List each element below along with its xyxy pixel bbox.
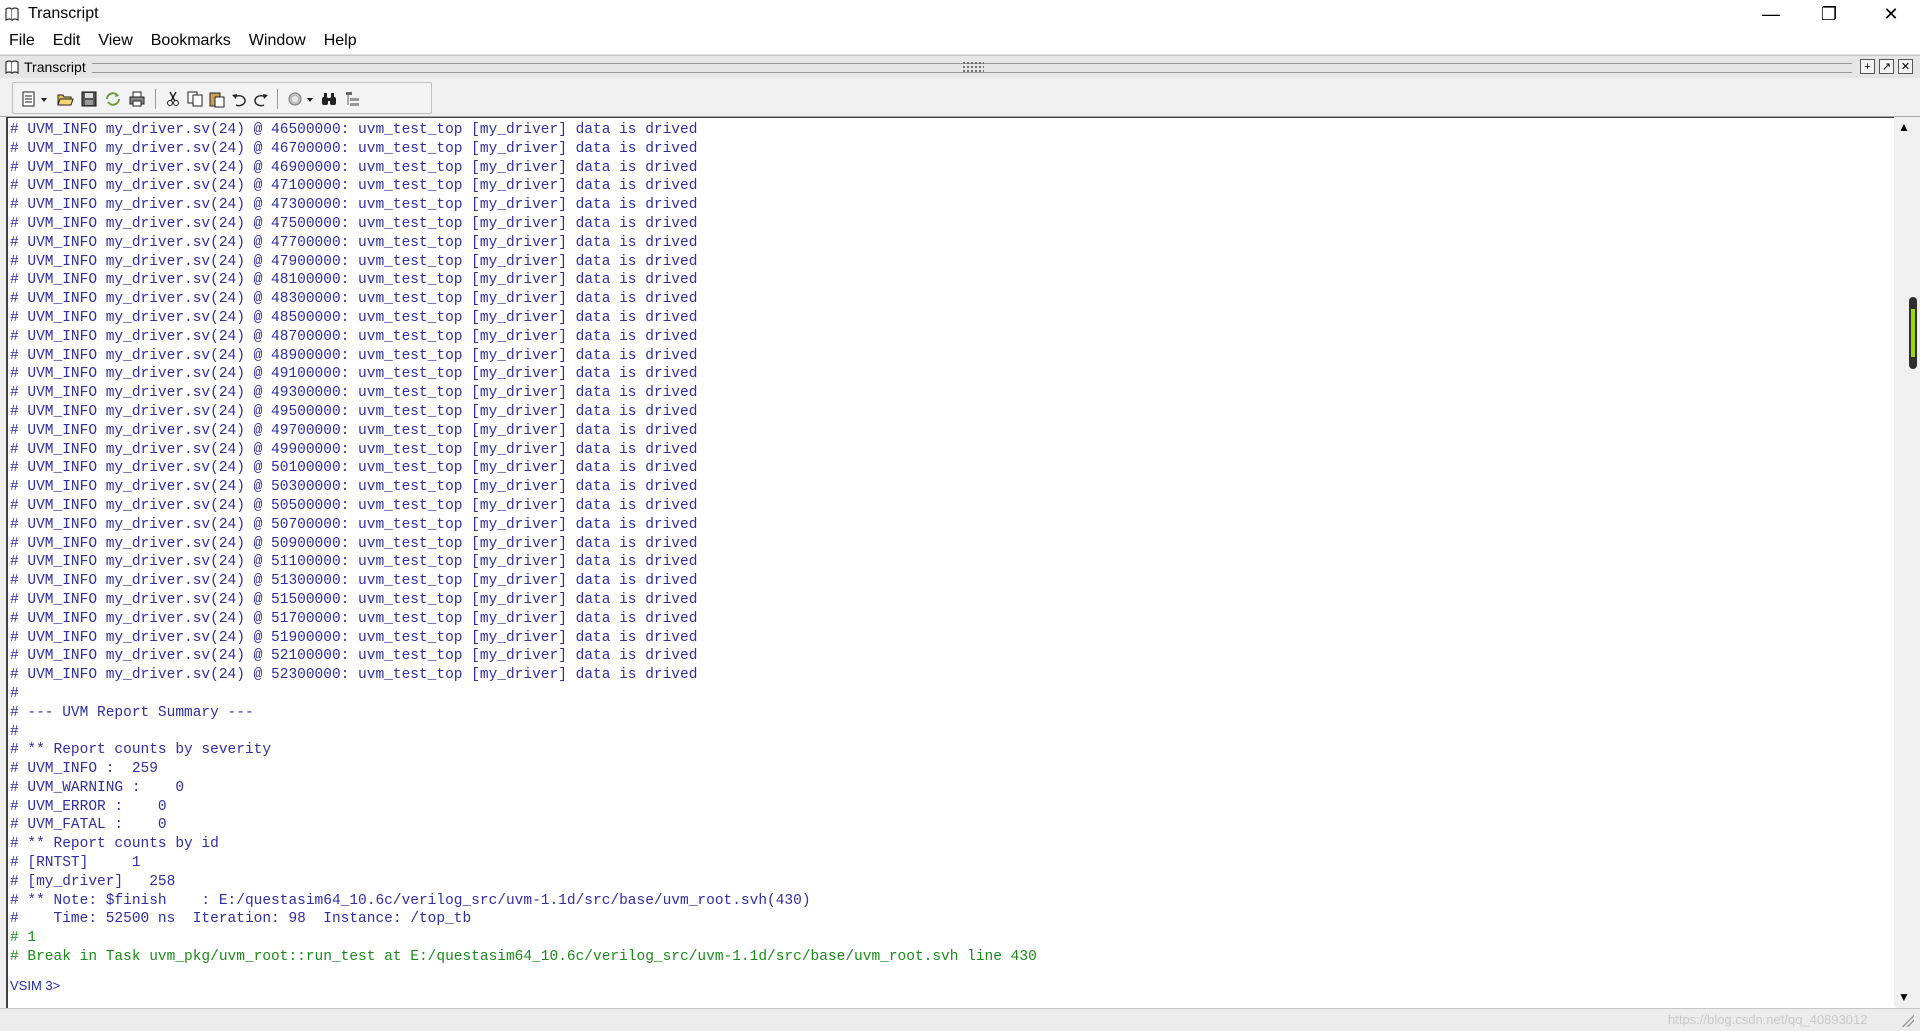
transcript-line: # — [10, 723, 19, 740]
transcript-line: # — [10, 685, 19, 702]
vsim-prompt[interactable]: VSIM 3> — [10, 977, 1037, 996]
new-icon[interactable] — [19, 89, 39, 109]
transcript-line: # UVM_INFO my_driver.sv(24) @ 48700000: … — [10, 328, 698, 345]
transcript-line: # UVM_INFO my_driver.sv(24) @ 46900000: … — [10, 159, 698, 176]
toolbar-separator — [155, 89, 156, 109]
transcript-line: # [RNTST] 1 — [10, 855, 141, 872]
pane-title: Transcript — [24, 59, 86, 75]
menu-view[interactable]: View — [98, 32, 132, 50]
menu-bar: File Edit View Bookmarks Window Help — [0, 28, 1920, 55]
toolbar-group — [12, 82, 432, 114]
transcript-line: # Break in Task uvm_pkg/uvm_root::run_te… — [10, 949, 1037, 966]
pane-close-button[interactable]: ✕ — [1898, 59, 1913, 74]
transcript-line: # UVM_INFO my_driver.sv(24) @ 47300000: … — [10, 197, 698, 214]
scrollbar-marker[interactable] — [1909, 297, 1917, 369]
transcript-output[interactable]: # UVM_INFO my_driver.sv(24) @ 46500000: … — [6, 117, 1896, 1008]
dropdown-arrow-icon[interactable] — [39, 89, 49, 109]
transcript-line: # UVM_INFO my_driver.sv(24) @ 51100000: … — [10, 554, 698, 571]
transcript-line: # --- UVM Report Summary --- — [10, 704, 254, 721]
transcript-line: # UVM_INFO my_driver.sv(24) @ 51700000: … — [10, 610, 698, 627]
transcript-line: # [my_driver] 258 — [10, 873, 176, 890]
transcript-line: # UVM_WARNING : 0 — [10, 779, 185, 796]
menu-bookmarks[interactable]: Bookmarks — [151, 32, 231, 50]
reload-icon[interactable] — [103, 89, 123, 109]
open-folder-icon[interactable] — [55, 89, 75, 109]
transcript-line: # ** Report counts by severity — [10, 742, 272, 759]
transcript-line: # UVM_INFO my_driver.sv(24) @ 50100000: … — [10, 460, 698, 477]
minimize-button[interactable]: — — [1742, 0, 1800, 28]
transcript-line: # UVM_INFO my_driver.sv(24) @ 51500000: … — [10, 591, 698, 608]
transcript-line: # UVM_INFO my_driver.sv(24) @ 48300000: … — [10, 291, 698, 308]
dropdown-arrow-icon[interactable] — [305, 89, 315, 109]
menu-window[interactable]: Window — [249, 32, 306, 50]
watermark-text: https://blog.csdn.net/qq_40893012 — [1668, 1012, 1868, 1027]
status-bar: https://blog.csdn.net/qq_40893012 — [0, 1008, 1920, 1031]
transcript-lines: # UVM_INFO my_driver.sv(24) @ 46500000: … — [10, 121, 1037, 996]
transcript-line: # UVM_INFO : 259 — [10, 761, 158, 778]
transcript-line: # ** Note: $finish : E:/questasim64_10.6… — [10, 892, 811, 909]
transcript-line: # UVM_INFO my_driver.sv(24) @ 46700000: … — [10, 140, 698, 157]
transcript-line: # UVM_INFO my_driver.sv(24) @ 48100000: … — [10, 272, 698, 289]
transcript-line: # UVM_INFO my_driver.sv(24) @ 52300000: … — [10, 667, 698, 684]
transcript-line: # UVM_INFO my_driver.sv(24) @ 49500000: … — [10, 403, 698, 420]
transcript-app-icon — [5, 7, 19, 22]
save-icon[interactable] — [79, 89, 99, 109]
transcript-line: # UVM_INFO my_driver.sv(24) @ 47700000: … — [10, 234, 698, 251]
cut-icon[interactable] — [163, 89, 183, 109]
transcript-pane-header[interactable]: Transcript + ↗ ✕ — [0, 55, 1920, 79]
pane-undock-button[interactable]: ↗ — [1879, 59, 1894, 74]
close-button[interactable]: ✕ — [1862, 0, 1920, 28]
transcript-line: # UVM_INFO my_driver.sv(24) @ 51900000: … — [10, 629, 698, 646]
toolbar — [0, 78, 1920, 117]
transcript-line: # UVM_INFO my_driver.sv(24) @ 50700000: … — [10, 516, 698, 533]
transcript-line: # UVM_INFO my_driver.sv(24) @ 47500000: … — [10, 215, 698, 232]
transcript-line: # UVM_FATAL : 0 — [10, 817, 167, 834]
restore-button[interactable]: ❐ — [1800, 0, 1858, 28]
transcript-line: # UVM_INFO my_driver.sv(24) @ 50300000: … — [10, 479, 698, 496]
transcript-pane-icon — [5, 60, 19, 75]
menu-help[interactable]: Help — [324, 32, 357, 50]
scroll-down-arrow-icon[interactable]: ▼ — [1896, 989, 1912, 1005]
transcript-line: # UVM_ERROR : 0 — [10, 798, 167, 815]
scroll-up-arrow-icon[interactable]: ▲ — [1896, 119, 1912, 135]
format-icon[interactable] — [343, 89, 363, 109]
menu-file[interactable]: File — [9, 32, 35, 50]
title-bar: Transcript — ❐ ✕ — [0, 0, 1920, 28]
find-icon[interactable] — [285, 89, 305, 109]
transcript-line: # UVM_INFO my_driver.sv(24) @ 49900000: … — [10, 441, 698, 458]
transcript-line: # UVM_INFO my_driver.sv(24) @ 52100000: … — [10, 648, 698, 665]
transcript-line: # 1 — [10, 930, 37, 947]
window-title: Transcript — [28, 5, 99, 22]
transcript-line: # UVM_INFO my_driver.sv(24) @ 48900000: … — [10, 347, 698, 364]
resize-grip-icon[interactable] — [1900, 1013, 1914, 1027]
print-icon[interactable] — [127, 89, 147, 109]
binoculars-icon[interactable] — [319, 89, 339, 109]
scroll-position-marker — [1911, 309, 1915, 357]
transcript-line: # UVM_INFO my_driver.sv(24) @ 50900000: … — [10, 535, 698, 552]
transcript-line: # UVM_INFO my_driver.sv(24) @ 49700000: … — [10, 422, 698, 439]
undo-icon[interactable] — [229, 89, 249, 109]
vertical-scrollbar[interactable]: ▲ ▼ — [1894, 117, 1917, 1007]
toolbar-separator — [277, 89, 278, 109]
transcript-line: # UVM_INFO my_driver.sv(24) @ 50500000: … — [10, 497, 698, 514]
transcript-line: # UVM_INFO my_driver.sv(24) @ 47100000: … — [10, 178, 698, 195]
transcript-line: # UVM_INFO my_driver.sv(24) @ 48500000: … — [10, 309, 698, 326]
menu-edit[interactable]: Edit — [53, 32, 81, 50]
transcript-line: # UVM_INFO my_driver.sv(24) @ 46500000: … — [10, 122, 698, 138]
transcript-line: # Time: 52500 ns Iteration: 98 Instance:… — [10, 911, 472, 928]
redo-icon[interactable] — [251, 89, 271, 109]
transcript-line: # UVM_INFO my_driver.sv(24) @ 47900000: … — [10, 253, 698, 270]
transcript-line: # UVM_INFO my_driver.sv(24) @ 49300000: … — [10, 385, 698, 402]
transcript-line: # UVM_INFO my_driver.sv(24) @ 51300000: … — [10, 573, 698, 590]
pane-dock-button[interactable]: + — [1860, 59, 1875, 74]
transcript-line: # ** Report counts by id — [10, 836, 219, 853]
copy-icon[interactable] — [185, 89, 205, 109]
grip-dots-icon — [962, 61, 984, 73]
transcript-line: # UVM_INFO my_driver.sv(24) @ 49100000: … — [10, 366, 698, 383]
paste-icon[interactable] — [207, 89, 227, 109]
